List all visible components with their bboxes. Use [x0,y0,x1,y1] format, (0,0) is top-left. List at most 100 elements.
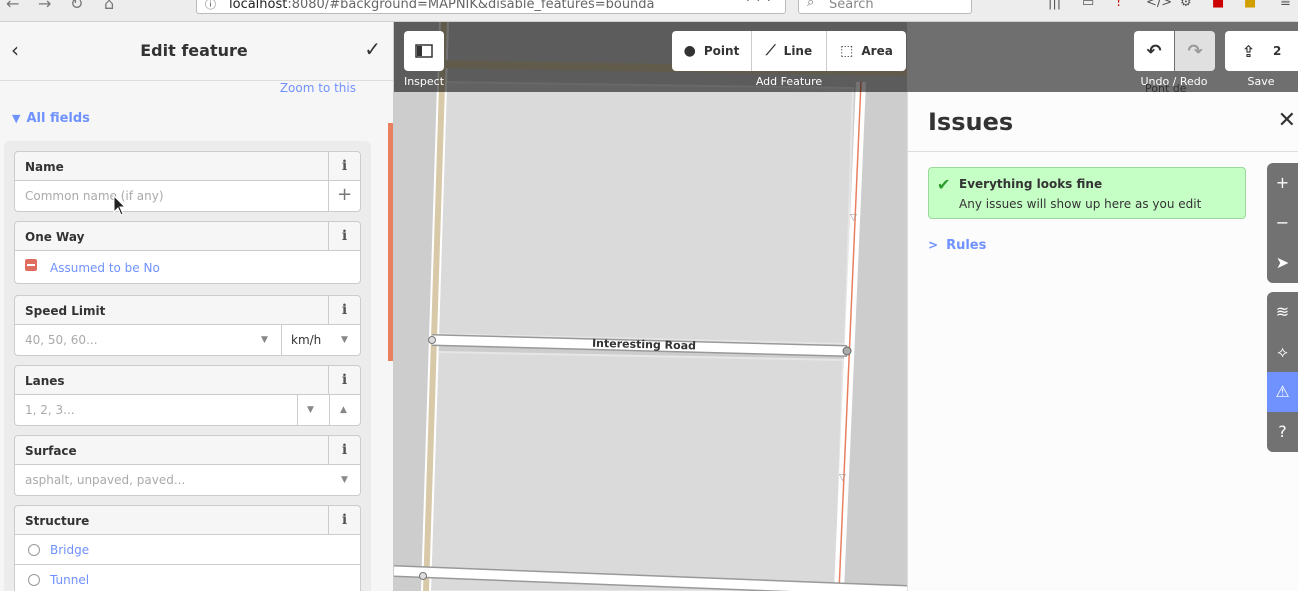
menu-icon[interactable]: ≡ [1280,0,1291,10]
vertex[interactable] [842,346,852,356]
undo-button[interactable]: ↶ [1134,31,1174,71]
speed-limit-combo[interactable]: 40, 50, 60... ▼ km/h ▼ [14,325,361,356]
minus-icon: − [1275,213,1290,232]
help-icon: ? [1278,422,1287,441]
zoom-out-button[interactable]: − [1267,203,1298,243]
divider [908,151,1298,152]
structure-option-tunnel[interactable]: Tunnel [14,565,361,591]
info-button[interactable]: i [328,152,360,180]
forward-arrow-icon[interactable]: → [38,0,51,13]
field-label: Surface i [14,435,361,465]
decrement-icon[interactable]: ▼ [307,405,314,415]
all-fields-toggle[interactable]: ▼ All fields [12,111,90,126]
devtools-icon[interactable]: </> [1146,0,1172,10]
increment-icon[interactable]: ▲ [340,405,347,415]
vertex[interactable] [419,572,427,580]
map-pane-controls: ≋ ⟡ ⚠ ? [1267,292,1298,452]
info-icon: i [341,512,348,528]
add-localized-name-button[interactable]: + [328,181,360,211]
dropdown-arrow-icon[interactable]: ▼ [341,335,348,345]
save-button[interactable]: ⇪ 2 [1225,31,1298,71]
dropdown-arrow-icon[interactable]: ▼ [341,475,348,485]
url-path: :8080/#background=MAPNIK&disable_feature… [287,0,655,12]
field-name: Name i Common name (if any) + [14,151,361,212]
issues-pane: Issues ✕ ✔ Everything looks fine Any iss… [907,92,1298,591]
divider [281,325,282,355]
add-line-button[interactable]: ⟋ Line [752,31,827,71]
oneway-checkbox[interactable]: Assumed to be No [14,251,361,284]
info-button[interactable]: i [328,222,360,250]
oneway-marker: ▽ [839,473,846,483]
radio-button[interactable] [28,544,40,556]
land-area[interactable] [428,350,845,591]
info-button[interactable]: i [328,366,360,394]
rules-toggle[interactable]: > Rules [928,238,986,253]
reload-icon[interactable]: ↻ [70,0,83,13]
checkmark-icon: ✔ [937,175,951,194]
home-icon[interactable]: ⌂ [104,0,114,13]
issues-button[interactable]: ⚠ [1267,372,1298,412]
info-icon: i [341,372,348,388]
info-icon: i [341,442,348,458]
add-area-button[interactable]: ⬚ Area [827,31,906,71]
point-label: Point [703,44,740,58]
info-circle-icon[interactable]: ⓘ [205,0,216,12]
browser-search-input[interactable]: ⌕ Search [798,0,972,14]
undo-icon: ↶ [1146,40,1162,62]
sidebar-toggle-icon[interactable]: ▭ [1082,0,1094,10]
vertex[interactable] [428,336,436,344]
save-count: 2 [1273,44,1282,58]
red-extension-icon[interactable]: ■ [1212,0,1224,10]
map-marker-icon: ● [683,43,696,59]
divider [329,395,330,425]
info-button[interactable]: i [328,506,360,534]
map-drawing[interactable]: ▽ ▽ Interesting Road [394,22,907,591]
mouse-pointer-icon [113,195,127,216]
feature-editor-sidebar: ‹ Edit feature ✓ Zoom to this ▼ All field… [0,22,394,591]
tunnel-label: Tunnel [50,573,90,587]
background-button[interactable]: ≋ [1267,292,1298,332]
map-canvas[interactable]: ▽ ▽ Interesting Road [394,22,907,591]
oneway-state-icon [25,259,37,271]
yellow-extension-icon[interactable]: ■ [1244,0,1256,10]
url-bar[interactable]: ⓘ localhost:8080/#background=MAPNIK&disa… [196,0,786,14]
gear-icon[interactable]: ⚙ [1180,0,1192,10]
land-area[interactable] [432,80,855,346]
radio-button[interactable] [28,574,40,586]
info-button[interactable]: i [328,436,360,464]
close-icon[interactable]: ✕ [1278,108,1296,133]
surface-placeholder: asphalt, unpaved, paved... [25,473,186,487]
page-title: Edit feature [140,41,248,60]
field-label: One Way i [14,221,361,251]
library-icon[interactable]: ||| [1048,0,1061,10]
oneway-label: One Way [25,230,85,244]
divider [297,395,298,425]
layers-icon: ≋ [1275,302,1290,321]
zoom-to-feature-link[interactable]: Zoom to this [280,81,356,95]
speed-unit-select[interactable]: km/h [291,333,321,347]
surface-combo[interactable]: asphalt, unpaved, paved... ▼ [14,465,361,496]
done-checkmark-button[interactable]: ✓ [364,37,381,61]
extension-icon[interactable]: ! [1116,0,1121,10]
zoom-in-button[interactable]: + [1267,163,1298,203]
redo-button[interactable]: ↷ [1175,31,1215,71]
back-arrow-icon[interactable]: ← [6,0,19,13]
info-icon: i [341,228,348,244]
lanes-input[interactable]: 1, 2, 3... ▼ ▲ [14,395,361,426]
page-actions-icon[interactable]: ··· [746,0,777,9]
help-button[interactable]: ? [1267,412,1298,452]
data-nodes-icon: ⟡ [1277,342,1288,361]
fields-panel: Name i Common name (if any) + One Way i … [4,141,371,591]
info-button[interactable]: i [328,296,360,324]
add-point-button[interactable]: ● Point [672,31,752,71]
name-input[interactable]: Common name (if any) + [14,181,361,212]
dropdown-arrow-icon[interactable]: ▼ [261,335,268,345]
geolocate-button[interactable]: ➤ [1267,243,1298,283]
map-data-button[interactable]: ⟡ [1267,332,1298,372]
inspect-button[interactable] [404,31,444,71]
oneway-marker: ▽ [850,213,857,223]
structure-option-bridge[interactable]: Bridge [14,535,361,565]
scroll-indicator[interactable] [388,123,393,361]
save-caption: Save [1247,75,1275,88]
all-fields-label: All fields [26,111,90,126]
